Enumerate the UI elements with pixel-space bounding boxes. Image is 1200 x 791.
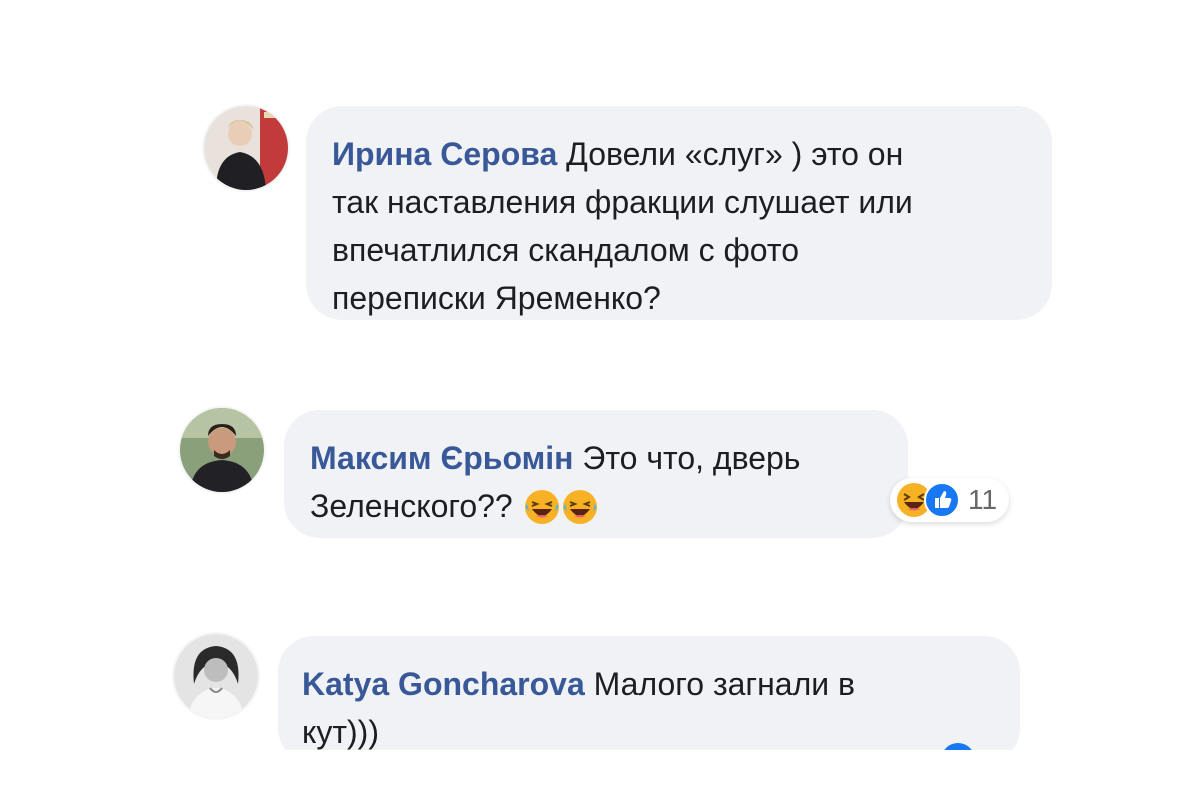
comment-bubble: Максим Єрьомін Это что, дверь Зеленского…	[284, 410, 908, 538]
like-reaction-icon	[924, 482, 960, 518]
avatar[interactable]	[204, 106, 288, 190]
reactions-summary[interactable]: 11	[890, 478, 1010, 522]
user-photo-icon	[174, 634, 258, 718]
comment-text: Зеленского??	[310, 488, 513, 524]
author-name[interactable]: Katya Goncharova	[302, 666, 585, 702]
comment-text: Это что, дверь	[582, 440, 801, 476]
author-name[interactable]: Максим Єрьомін	[310, 440, 573, 476]
comment-line-3: впечатлился скандалом с фото	[332, 232, 799, 268]
comment-line-1: Ирина Серова Довели «слуг» ) это он	[332, 130, 1026, 178]
comment-line-2: Зеленского??	[310, 482, 882, 538]
comment-bubble: Ирина Серова Довели «слуг» ) это он так …	[306, 106, 1052, 320]
comment-line-1: Katya Goncharova Малого загнали в	[302, 660, 996, 708]
comment-line-2: кут)))	[302, 714, 379, 750]
comment-text: Довели «слуг» ) это он	[566, 136, 904, 172]
avatar[interactable]	[180, 408, 264, 492]
author-name[interactable]: Ирина Серова	[332, 136, 557, 172]
comment-line-4: переписки Яременко?	[332, 280, 661, 316]
user-photo-icon	[204, 106, 288, 190]
avatar[interactable]	[174, 634, 258, 718]
comment-line-1: Максим Єрьомін Это что, дверь	[310, 434, 882, 482]
crop-overlay-bottom	[0, 750, 1200, 791]
comment-line-2: так наставления фракции слушает или	[332, 184, 913, 220]
comment-text: Малого загнали в	[593, 666, 855, 702]
reaction-count: 11	[968, 484, 998, 515]
laughing-face-icon	[562, 489, 598, 538]
user-photo-icon	[180, 408, 264, 492]
comment-bubble: Katya Goncharova Малого загнали в кут)))	[278, 636, 1020, 764]
laughing-face-icon	[524, 489, 560, 538]
